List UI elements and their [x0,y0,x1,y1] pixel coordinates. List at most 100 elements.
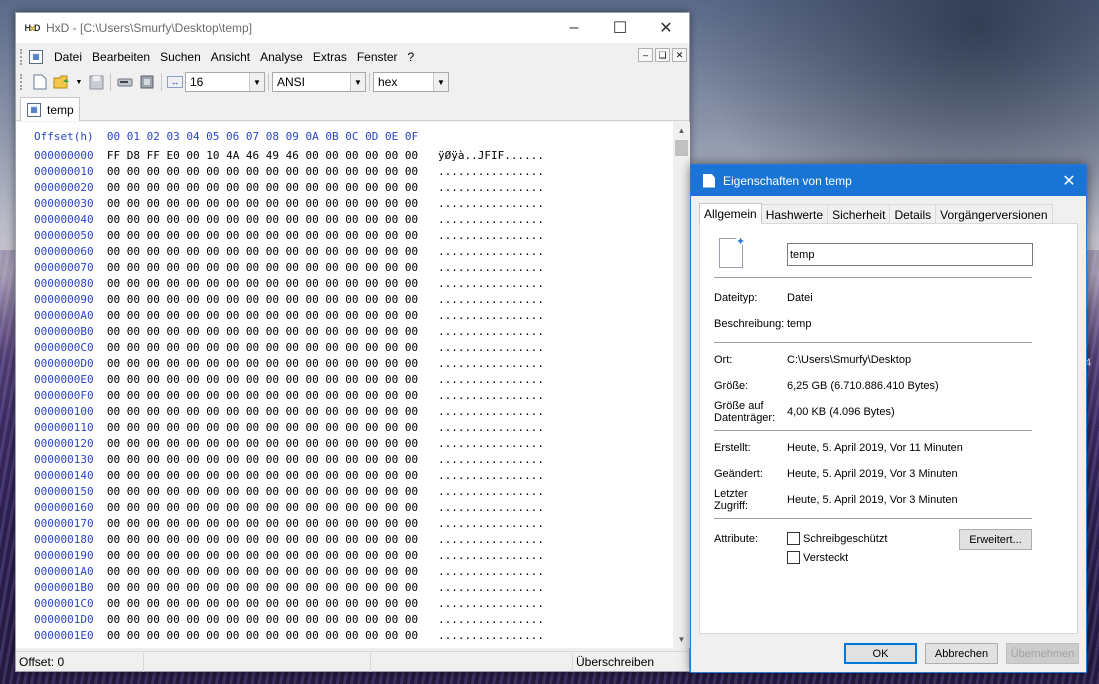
hex-row[interactable]: 000000190 00 00 00 00 00 00 00 00 00 00 … [34,548,544,564]
hex-row[interactable]: 000000040 00 00 00 00 00 00 00 00 00 00 … [34,212,544,228]
hex-row-text[interactable]: ................ [438,581,544,594]
hex-row-text[interactable]: ................ [438,229,544,242]
hex-editor-pane[interactable]: Offset(h) 00 01 02 03 04 05 06 07 08 09 … [16,122,673,648]
menu-suchen[interactable]: Suchen [155,50,206,64]
cancel-button[interactable]: Abbrechen [925,643,998,664]
hex-row-text[interactable]: ................ [438,357,544,370]
hex-row-bytes[interactable]: 00 00 00 00 00 00 00 00 00 00 00 00 00 0… [107,437,418,450]
hex-row[interactable]: 000000170 00 00 00 00 00 00 00 00 00 00 … [34,516,544,532]
mdi-minimize-button[interactable]: – [638,48,653,62]
open-disk-icon[interactable] [116,73,134,91]
dropdown-arrow-icon[interactable]: ▼ [75,73,83,91]
hex-row-text[interactable]: ................ [438,629,544,642]
vertical-scrollbar[interactable]: ▲ ▼ [673,122,690,648]
hex-row-bytes[interactable]: 00 00 00 00 00 00 00 00 00 00 00 00 00 0… [107,453,418,466]
hex-row[interactable]: 0000001E0 00 00 00 00 00 00 00 00 00 00 … [34,628,544,644]
hex-row-text[interactable]: ................ [438,309,544,322]
hex-row-text[interactable]: ................ [438,261,544,274]
hex-row-bytes[interactable]: 00 00 00 00 00 00 00 00 00 00 00 00 00 0… [107,229,418,242]
hex-row-text[interactable]: ÿØÿà..JFIF...... [438,149,544,162]
hex-row-text[interactable]: ................ [438,213,544,226]
open-ram-icon[interactable] [138,73,156,91]
apply-button[interactable]: Übernehmen [1006,643,1079,664]
hex-row-text[interactable]: ................ [438,613,544,626]
hex-row-bytes[interactable]: 00 00 00 00 00 00 00 00 00 00 00 00 00 0… [107,629,418,642]
ok-button[interactable]: OK [844,643,917,664]
scroll-up-icon[interactable]: ▲ [673,122,690,139]
document-icon[interactable]: ▦ [29,50,43,64]
hex-row[interactable]: 0000001A0 00 00 00 00 00 00 00 00 00 00 … [34,564,544,580]
hex-row-bytes[interactable]: 00 00 00 00 00 00 00 00 00 00 00 00 00 0… [107,469,418,482]
hex-row-text[interactable]: ................ [438,325,544,338]
advanced-button[interactable]: Erweitert... [959,529,1032,550]
hex-row-text[interactable]: ................ [438,181,544,194]
hex-row-bytes[interactable]: 00 00 00 00 00 00 00 00 00 00 00 00 00 0… [107,181,418,194]
hex-row-bytes[interactable]: 00 00 00 00 00 00 00 00 00 00 00 00 00 0… [107,341,418,354]
hex-row-bytes[interactable]: 00 00 00 00 00 00 00 00 00 00 00 00 00 0… [107,421,418,434]
hex-row[interactable]: 0000000D0 00 00 00 00 00 00 00 00 00 00 … [34,356,544,372]
hex-row-text[interactable]: ................ [438,197,544,210]
hex-row-bytes[interactable]: 00 00 00 00 00 00 00 00 00 00 00 00 00 0… [107,597,418,610]
hex-row-text[interactable]: ................ [438,373,544,386]
hex-row-bytes[interactable]: 00 00 00 00 00 00 00 00 00 00 00 00 00 0… [107,309,418,322]
hex-row-text[interactable]: ................ [438,469,544,482]
hex-row[interactable]: 000000050 00 00 00 00 00 00 00 00 00 00 … [34,228,544,244]
hex-row-bytes[interactable]: 00 00 00 00 00 00 00 00 00 00 00 00 00 0… [107,293,418,306]
hex-row-bytes[interactable]: 00 00 00 00 00 00 00 00 00 00 00 00 00 0… [107,277,418,290]
hex-row-bytes[interactable]: 00 00 00 00 00 00 00 00 00 00 00 00 00 0… [107,261,418,274]
hex-row-text[interactable]: ................ [438,277,544,290]
tab-vorgaengerversionen[interactable]: Vorgängerversionen [935,204,1053,224]
hex-row-bytes[interactable]: 00 00 00 00 00 00 00 00 00 00 00 00 00 0… [107,389,418,402]
toolbar-grip-icon[interactable] [20,74,23,90]
save-icon[interactable] [87,73,105,91]
hex-row-bytes[interactable]: 00 00 00 00 00 00 00 00 00 00 00 00 00 0… [107,165,418,178]
mdi-restore-button[interactable]: ❏ [655,48,670,62]
hex-row[interactable]: 0000001B0 00 00 00 00 00 00 00 00 00 00 … [34,580,544,596]
menu-bearbeiten[interactable]: Bearbeiten [87,50,155,64]
hex-row[interactable]: 000000180 00 00 00 00 00 00 00 00 00 00 … [34,532,544,548]
menu-datei[interactable]: Datei [49,50,87,64]
hex-row-text[interactable]: ................ [438,245,544,258]
hex-row-text[interactable]: ................ [438,517,544,530]
hxd-titlebar[interactable]: HxD HxD - [C:\Users\Smurfy\Desktop\temp]… [16,13,689,43]
tab-hashwerte[interactable]: Hashwerte [760,204,829,224]
hex-row[interactable]: 000000000 FF D8 FF E0 00 10 4A 46 49 46 … [34,148,544,164]
tab-allgemein[interactable]: Allgemein [699,203,762,224]
hex-row[interactable]: 000000110 00 00 00 00 00 00 00 00 00 00 … [34,420,544,436]
status-edit-mode[interactable]: Überschreiben [573,653,673,672]
hex-row-text[interactable]: ................ [438,533,544,546]
hex-row[interactable]: 000000020 00 00 00 00 00 00 00 00 00 00 … [34,180,544,196]
menu-extras[interactable]: Extras [308,50,352,64]
hex-row-bytes[interactable]: 00 00 00 00 00 00 00 00 00 00 00 00 00 0… [107,533,418,546]
hex-row-bytes[interactable]: 00 00 00 00 00 00 00 00 00 00 00 00 00 0… [107,549,418,562]
hex-row-text[interactable]: ................ [438,165,544,178]
hex-row[interactable]: 000000130 00 00 00 00 00 00 00 00 00 00 … [34,452,544,468]
minimize-button[interactable]: – [551,13,597,43]
hex-row-bytes[interactable]: 00 00 00 00 00 00 00 00 00 00 00 00 00 0… [107,613,418,626]
close-button[interactable]: ✕ [643,13,689,43]
hex-row-text[interactable]: ................ [438,341,544,354]
hex-row-text[interactable]: ................ [438,405,544,418]
scrollbar-thumb[interactable] [675,140,688,156]
tab-details[interactable]: Details [889,204,937,224]
hex-row-text[interactable]: ................ [438,453,544,466]
hex-row[interactable]: 0000001D0 00 00 00 00 00 00 00 00 00 00 … [34,612,544,628]
hex-row-text[interactable]: ................ [438,389,544,402]
filename-input[interactable]: temp [787,243,1033,266]
hex-row[interactable]: 000000070 00 00 00 00 00 00 00 00 00 00 … [34,260,544,276]
maximize-button[interactable]: ☐ [597,13,643,43]
hex-row-text[interactable]: ................ [438,597,544,610]
hex-row-text[interactable]: ................ [438,549,544,562]
hex-row[interactable]: 000000120 00 00 00 00 00 00 00 00 00 00 … [34,436,544,452]
hex-row[interactable]: 000000030 00 00 00 00 00 00 00 00 00 00 … [34,196,544,212]
checkbox-box[interactable] [787,532,800,545]
tab-temp[interactable]: ▦ temp [20,97,80,121]
hex-row[interactable]: 0000000B0 00 00 00 00 00 00 00 00 00 00 … [34,324,544,340]
open-folder-icon[interactable] [53,73,71,91]
close-icon[interactable]: ✕ [1052,165,1086,196]
new-file-icon[interactable] [31,73,49,91]
properties-titlebar[interactable]: Eigenschaften von temp ✕ [691,165,1086,196]
hex-row[interactable]: 000000140 00 00 00 00 00 00 00 00 00 00 … [34,468,544,484]
hex-row-text[interactable]: ................ [438,437,544,450]
menu-ansicht[interactable]: Ansicht [206,50,255,64]
